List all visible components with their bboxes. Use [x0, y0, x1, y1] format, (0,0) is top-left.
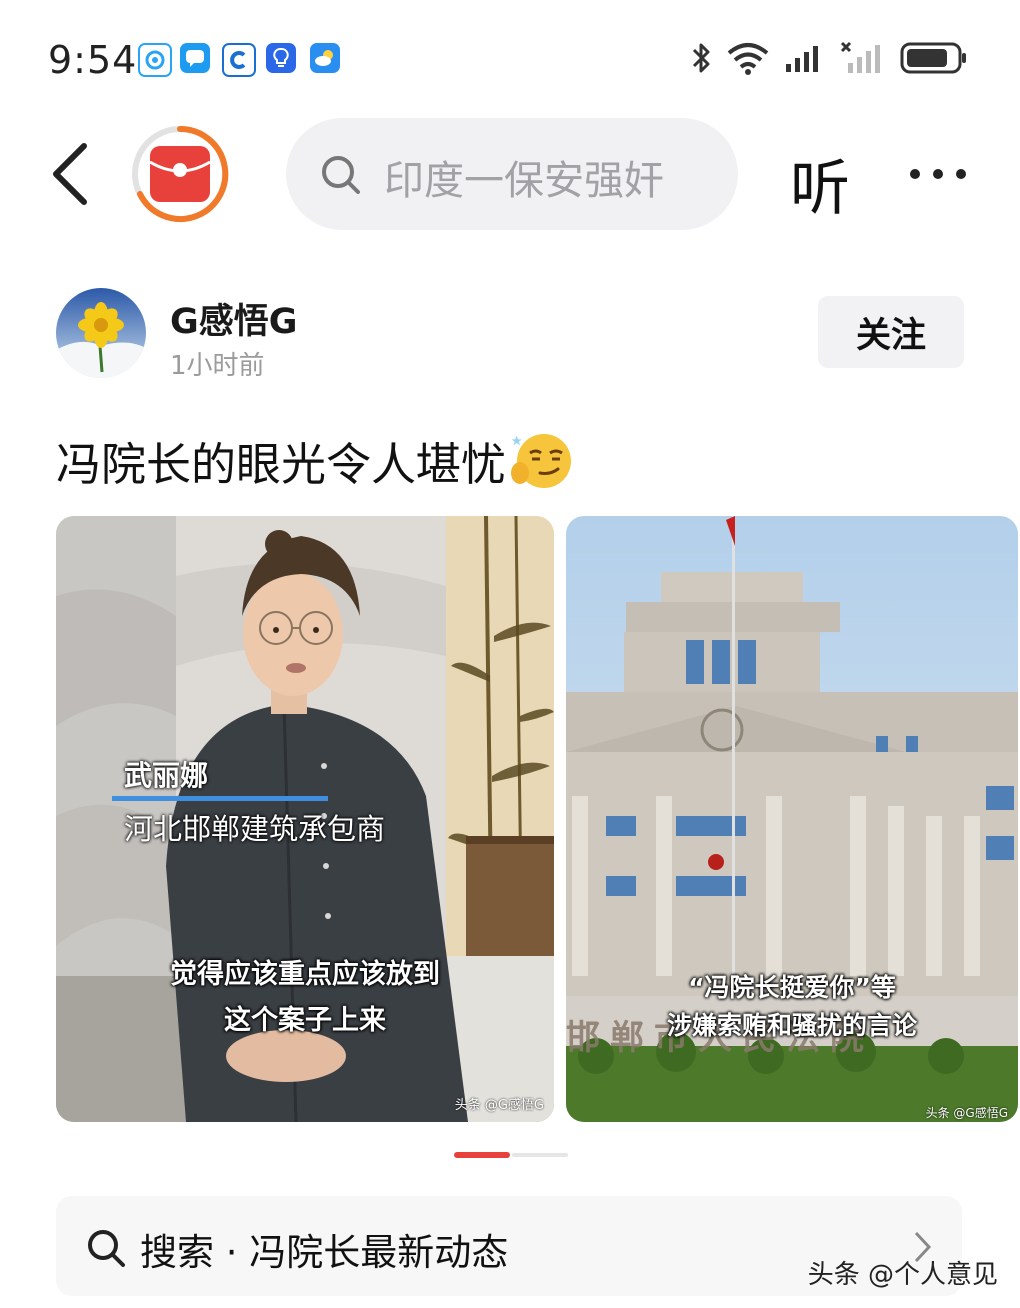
smirk-emoji-icon	[511, 433, 572, 488]
post-image-2[interactable]: 邯郸市人民法院 “冯院长挺爱你”等 涉嫌索贿和骚扰的言论 头条 @G感悟G	[566, 516, 1018, 1122]
image2-watermark: 头条 @G感悟G	[925, 1106, 1008, 1120]
image2-subtitle-line1: “冯院长挺爱你”等	[688, 973, 896, 1002]
image1-subtitle-line2: 这个案子上来	[224, 1005, 386, 1036]
back-button[interactable]	[44, 140, 100, 208]
bank-app-icon	[222, 43, 256, 77]
status-time: 9:54	[48, 38, 138, 82]
image2-subtitle-line2: 涉嫌索贿和骚扰的言论	[666, 1011, 917, 1040]
weather-app-icon	[310, 43, 340, 73]
red-packet-button[interactable]	[130, 124, 230, 224]
more-button[interactable]	[908, 166, 968, 185]
signal-off-icon	[840, 41, 880, 73]
bulb-app-icon	[266, 43, 296, 73]
message-app-icon	[180, 43, 210, 73]
author-avatar[interactable]	[56, 288, 146, 378]
browser-app-icon	[138, 43, 172, 77]
search-bar[interactable]: 印度一保安强奸	[286, 118, 738, 230]
status-icons	[690, 40, 968, 76]
listen-button[interactable]: 听	[790, 140, 850, 227]
image1-role-caption: 河北邯郸建筑承包商	[124, 812, 386, 846]
related-search-text: 搜索 · 冯院长最新动态	[140, 1231, 509, 1274]
post-title: 冯院长的眼光令人堪忧	[56, 428, 574, 493]
search-icon	[322, 156, 360, 194]
battery-icon	[900, 42, 966, 74]
post-image-1[interactable]: 武丽娜 河北邯郸建筑承包商 觉得应该重点应该放到 这个案子上来 头条 @G感悟G	[56, 516, 554, 1122]
search-icon	[88, 1230, 125, 1267]
image1-name-caption: 武丽娜	[124, 759, 209, 792]
search-placeholder: 印度一保安强奸	[384, 158, 664, 204]
post-time: 1小时前	[170, 351, 265, 381]
more-dots-icon	[910, 169, 966, 179]
image-pager	[454, 1144, 568, 1163]
image1-watermark: 头条 @G感悟G	[454, 1098, 544, 1113]
follow-button[interactable]: 关注	[818, 296, 964, 368]
image1-subtitle-line1: 觉得应该重点应该放到	[170, 959, 440, 990]
page-watermark: 头条 @个人意见	[807, 1260, 998, 1290]
post-title-text: 冯院长的眼光令人堪忧	[56, 438, 507, 491]
wifi-icon	[727, 43, 769, 75]
chevron-left-icon	[53, 143, 87, 205]
bluetooth-icon	[692, 43, 710, 73]
signal-icon	[786, 46, 818, 72]
author-name[interactable]: G感悟G	[170, 293, 297, 344]
